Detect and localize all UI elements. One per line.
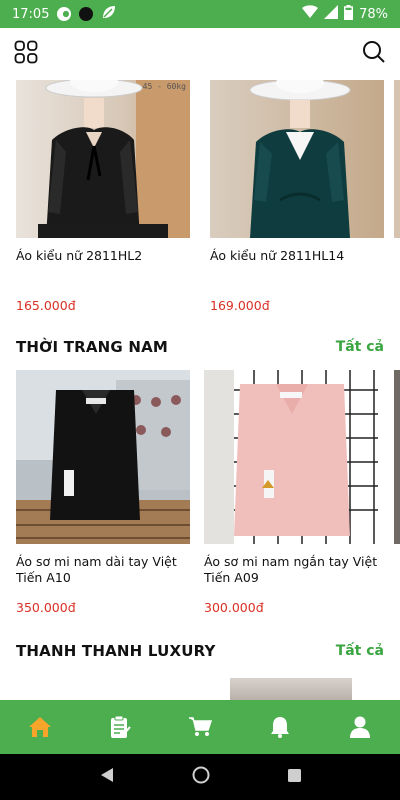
home-feed[interactable]: 45 - 60kg Áo kiểu nữ 2811HL2 165.000đ Áo…	[0, 80, 400, 700]
nav-notifications[interactable]	[260, 707, 300, 747]
bottom-navigation	[0, 700, 400, 754]
product-card-peek[interactable]	[394, 80, 400, 238]
product-price: 300.000đ	[204, 600, 264, 615]
product-row-men: Áo sơ mi nam dài tay Việt Tiến A10 350.0…	[16, 370, 378, 615]
nav-cart[interactable]	[180, 707, 220, 747]
product-image	[210, 80, 384, 238]
nav-account[interactable]	[340, 707, 380, 747]
see-all-link[interactable]: Tất cả	[336, 339, 384, 355]
section-title: THANH THANH LUXURY	[16, 642, 216, 660]
app-bar	[0, 28, 400, 80]
product-card[interactable]: Áo sơ mi nam ngắn tay Việt Tiến A09 300.…	[204, 370, 378, 615]
product-card-peek[interactable]	[394, 370, 400, 544]
product-price: 169.000đ	[210, 298, 270, 313]
battery-icon	[344, 4, 354, 24]
home-icon	[29, 717, 51, 737]
cart-icon	[189, 717, 212, 736]
product-image	[204, 370, 378, 544]
user-icon	[350, 716, 370, 738]
bell-icon	[271, 717, 289, 738]
battery-percent: 78%	[359, 6, 388, 22]
size-tag: 45 - 60kg	[142, 82, 186, 91]
see-all-link[interactable]: Tất cả	[336, 643, 384, 659]
home-circle-icon[interactable]	[192, 766, 210, 788]
grid-menu-icon[interactable]	[14, 40, 38, 68]
product-price: 350.000đ	[16, 600, 76, 615]
leaf-icon	[101, 4, 117, 24]
clipboard-icon	[111, 715, 131, 738]
section-header-men: THỜI TRANG NAM Tất cả	[16, 338, 384, 356]
search-icon[interactable]	[362, 40, 386, 68]
product-image: 45 - 60kg	[16, 80, 190, 238]
section-header-luxury: THANH THANH LUXURY Tất cả	[16, 642, 384, 660]
nav-orders[interactable]	[100, 707, 140, 747]
section-title: THỜI TRANG NAM	[16, 338, 169, 356]
product-title: Áo sơ mi nam ngắn tay Việt Tiến A09	[204, 554, 378, 585]
wifi-icon	[302, 5, 319, 23]
product-image-peek[interactable]	[230, 678, 352, 700]
product-card[interactable]: Áo sơ mi nam dài tay Việt Tiến A10 350.0…	[16, 370, 190, 615]
product-title: Áo kiểu nữ 2811HL14	[210, 248, 345, 263]
recents-icon[interactable]	[287, 768, 302, 787]
status-time: 17:05	[12, 6, 50, 22]
product-price: 165.000đ	[16, 298, 76, 313]
product-card[interactable]: 45 - 60kg Áo kiểu nữ 2811HL2 165.000đ	[16, 80, 190, 313]
product-title: Áo kiểu nữ 2811HL2	[16, 248, 143, 263]
product-image	[16, 370, 190, 544]
system-navigation-bar	[0, 754, 400, 800]
product-card[interactable]: Áo kiểu nữ 2811HL14 169.000đ	[210, 80, 384, 313]
dark-dot-icon	[79, 7, 94, 21]
data-saver-icon	[57, 7, 72, 21]
status-bar: 17:05 78%	[0, 0, 400, 28]
product-row-women: 45 - 60kg Áo kiểu nữ 2811HL2 165.000đ Áo…	[16, 80, 384, 313]
product-title: Áo sơ mi nam dài tay Việt Tiến A10	[16, 554, 177, 585]
back-icon[interactable]	[99, 767, 115, 787]
nav-home[interactable]	[20, 707, 60, 747]
signal-icon	[324, 5, 339, 23]
